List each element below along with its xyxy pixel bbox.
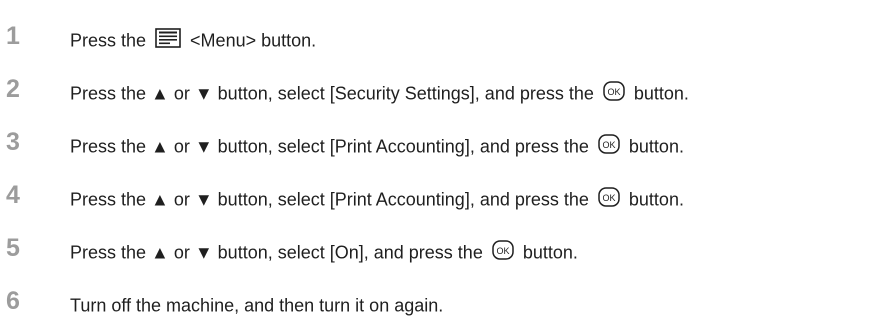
step-text-part: Press the ▲ or ▼ button, select [On], an… — [70, 242, 488, 263]
step-6: 6 Turn off the machine, and then turn it… — [0, 286, 890, 318]
step-text-part: <Menu> button. — [185, 30, 317, 51]
step-text-part: button. — [623, 189, 684, 210]
menu-icon — [155, 28, 181, 49]
step-5: 5 Press the ▲ or ▼ button, select [On], … — [0, 233, 890, 265]
ok-icon-label: OK — [602, 140, 615, 150]
ok-icon-label: OK — [602, 193, 615, 203]
step-number: 2 — [6, 75, 20, 103]
step-1: 1 Press the <Menu> button. — [0, 21, 890, 53]
ok-icon: OK — [603, 81, 625, 101]
step-text: Press the ▲ or ▼ button, select [Securit… — [70, 80, 689, 105]
step-3: 3 Press the ▲ or ▼ button, select [Print… — [0, 127, 890, 159]
step-text-part: button. — [628, 83, 689, 104]
ok-icon: OK — [598, 134, 620, 154]
step-text: Press the ▲ or ▼ button, select [On], an… — [70, 239, 578, 264]
ok-icon-label: OK — [607, 87, 620, 97]
step-text-part: button. — [517, 242, 578, 263]
ok-icon: OK — [598, 187, 620, 207]
step-4: 4 Press the ▲ or ▼ button, select [Print… — [0, 180, 890, 212]
step-2: 2 Press the ▲ or ▼ button, select [Secur… — [0, 74, 890, 106]
step-text-part: button. — [623, 136, 684, 157]
step-text-part: Press the ▲ or ▼ button, select [Print A… — [70, 136, 594, 157]
step-number: 4 — [6, 181, 20, 209]
step-text-part: Press the ▲ or ▼ button, select [Print A… — [70, 189, 594, 210]
ok-icon-label: OK — [496, 246, 509, 256]
step-text: Press the ▲ or ▼ button, select [Print A… — [70, 133, 684, 158]
step-text: Press the ▲ or ▼ button, select [Print A… — [70, 186, 684, 211]
ok-icon: OK — [492, 240, 514, 260]
step-text: Press the <Menu> button. — [70, 27, 316, 52]
step-text-part: Press the ▲ or ▼ button, select [Securit… — [70, 83, 599, 104]
step-number: 5 — [6, 234, 20, 262]
step-text-part: Turn off the machine, and then turn it o… — [70, 295, 444, 316]
step-number: 3 — [6, 128, 20, 156]
step-number: 1 — [6, 22, 20, 50]
step-text: Turn off the machine, and then turn it o… — [70, 292, 443, 317]
step-number: 6 — [6, 287, 20, 315]
step-text-part: Press the — [70, 30, 152, 51]
procedure-steps: 1 Press the <Menu> button. 2 Press the ▲… — [0, 0, 890, 333]
